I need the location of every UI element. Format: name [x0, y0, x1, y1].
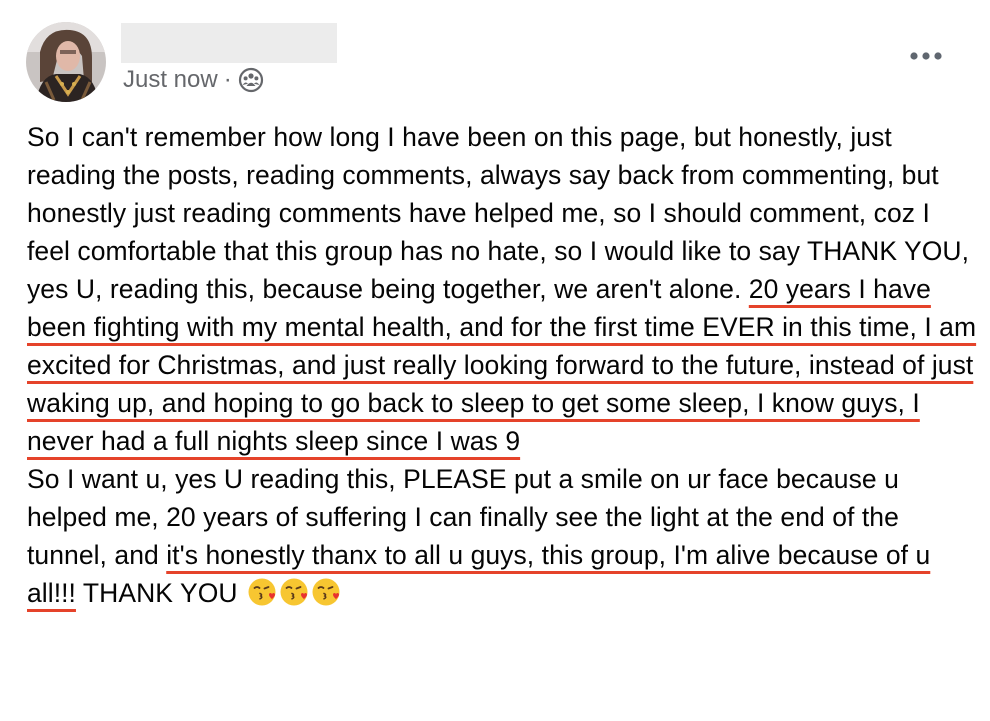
post-paragraph-1: So I can't remember how long I have been… — [27, 118, 977, 460]
post-body: So I can't remember how long I have been… — [27, 118, 977, 612]
avatar[interactable] — [26, 22, 106, 102]
post-paragraph-2: So I want u, yes U reading this, PLEASE … — [27, 460, 977, 612]
more-horizontal-icon[interactable] — [907, 44, 945, 68]
kissing-face-with-heart-emoji — [247, 577, 277, 607]
meta-separator: · — [223, 66, 232, 93]
post-meta: Just now · — [123, 64, 264, 96]
avatar-photo — [26, 22, 106, 102]
timestamp[interactable]: Just now — [123, 66, 218, 94]
kissing-face-with-heart-emoji — [279, 577, 309, 607]
kissing-face-with-heart-emoji — [311, 577, 341, 607]
post-text: THANK YOU — [75, 578, 238, 608]
group-audience-icon[interactable] — [238, 67, 264, 93]
author-name-redacted[interactable] — [121, 23, 337, 63]
